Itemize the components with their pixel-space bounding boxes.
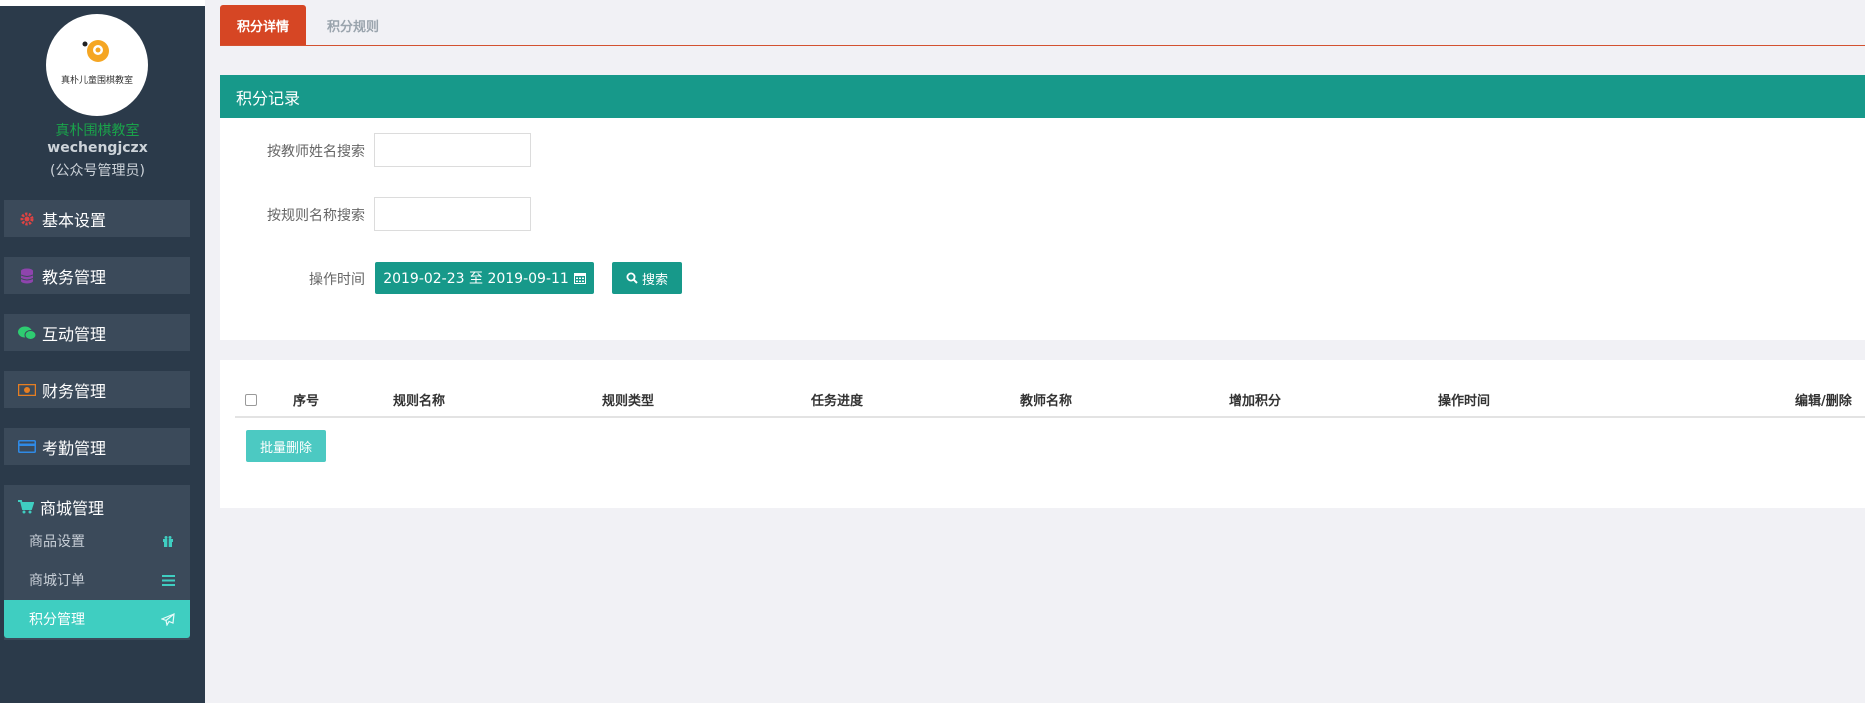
column-header-task-progress: 任务进度 [811, 393, 864, 409]
sidebar-item-label: 考勤管理 [42, 438, 107, 458]
shopping-cart-icon [18, 498, 36, 516]
date-range-picker[interactable]: 2019-02-23 至 2019-09-11 [375, 262, 594, 294]
column-header-points-added: 增加积分 [1229, 393, 1282, 409]
column-header-edit-delete: 编辑/删除 [1795, 393, 1852, 409]
school-name: 真朴围棋教室 [55, 123, 140, 139]
batch-delete-button[interactable]: 批量删除 [246, 430, 326, 462]
column-header-rule-type: 规则类型 [602, 393, 655, 409]
teacher-search-label: 按教师姓名搜索 [267, 144, 365, 160]
sidebar-item-interaction[interactable]: 互动管理 [4, 314, 190, 351]
sidebar-item-attendance[interactable]: 考勤管理 [4, 428, 190, 465]
logo-mark-icon [82, 40, 109, 62]
date-range-text: 2019-02-23 至 2019-09-11 [383, 271, 569, 287]
panel-title: 积分记录 [220, 75, 1865, 118]
rule-name-search-input[interactable] [374, 197, 531, 231]
sidebar-item-shop[interactable]: 商城管理 [18, 495, 104, 519]
sidebar-subitem-shop-orders[interactable]: 商城订单 [4, 561, 190, 599]
user-role: (公众号管理员) [50, 163, 145, 179]
sidebar: 真朴儿童围棋教室 真朴围棋教室 wechengjczx (公众号管理员) 基本设… [0, 0, 205, 703]
column-header-index: 序号 [293, 393, 320, 409]
sidebar-item-academic[interactable]: 教务管理 [4, 257, 190, 294]
sidebar-item-label: 教务管理 [42, 267, 107, 287]
tab-points-rules[interactable]: 积分规则 [306, 5, 400, 45]
sidebar-item-label: 基本设置 [42, 210, 107, 230]
tab-points-details[interactable]: 积分详情 [220, 5, 306, 45]
wechat-icon [18, 324, 36, 342]
table-header: 序号 规则名称 规则类型 任务进度 教师名称 增加积分 操作时间 编辑/删除 [235, 380, 1865, 418]
sidebar-item-finance[interactable]: 财务管理 [4, 371, 190, 408]
sidebar-subitem-label: 积分管理 [29, 612, 85, 628]
teacher-name-search-input[interactable] [374, 133, 531, 167]
search-button-label: 搜索 [641, 272, 668, 288]
gear-icon [18, 210, 36, 228]
rule-search-label: 按规则名称搜索 [267, 208, 365, 224]
school-logo: 真朴儿童围棋教室 [46, 14, 148, 116]
money-icon [18, 381, 36, 399]
sidebar-subitem-product-settings[interactable]: 商品设置 [4, 522, 190, 560]
sidebar-item-label: 财务管理 [42, 381, 107, 401]
logo-text: 真朴儿童围棋教室 [60, 76, 133, 86]
column-header-rule-name: 规则名称 [393, 393, 446, 409]
points-table-panel: 序号 规则名称 规则类型 任务进度 教师名称 增加积分 操作时间 编辑/删除 批… [220, 360, 1865, 508]
select-all-checkbox[interactable] [245, 394, 257, 406]
gift-icon [160, 533, 176, 549]
list-icon [160, 572, 176, 588]
sidebar-subitem-label: 商城订单 [29, 573, 85, 589]
tab-bar: 积分详情 积分规则 [220, 5, 1865, 46]
search-button[interactable]: 搜索 [612, 262, 682, 294]
username: wechengjczx [47, 140, 148, 156]
paper-plane-icon [160, 611, 176, 627]
sidebar-item-basic-settings[interactable]: 基本设置 [4, 200, 190, 237]
points-record-panel: 积分记录 按教师姓名搜索 按规则名称搜索 操作时间 2019-02-23 至 2… [220, 75, 1865, 340]
column-header-operation-time: 操作时间 [1438, 393, 1491, 409]
sidebar-item-label: 商城管理 [40, 499, 105, 518]
sidebar-item-label: 互动管理 [42, 324, 107, 344]
database-icon [18, 267, 36, 285]
sidebar-subitem-label: 商品设置 [29, 534, 85, 550]
operation-time-label: 操作时间 [309, 272, 365, 288]
credit-card-icon [18, 438, 36, 456]
sidebar-top-strip [0, 0, 205, 6]
search-icon [626, 272, 638, 284]
column-header-teacher-name: 教师名称 [1020, 393, 1073, 409]
calendar-icon [573, 272, 586, 284]
sidebar-subitem-points-management[interactable]: 积分管理 [4, 600, 190, 638]
sidebar-group-shop: 商城管理 商品设置 商城订单 积分管理 [4, 485, 190, 640]
